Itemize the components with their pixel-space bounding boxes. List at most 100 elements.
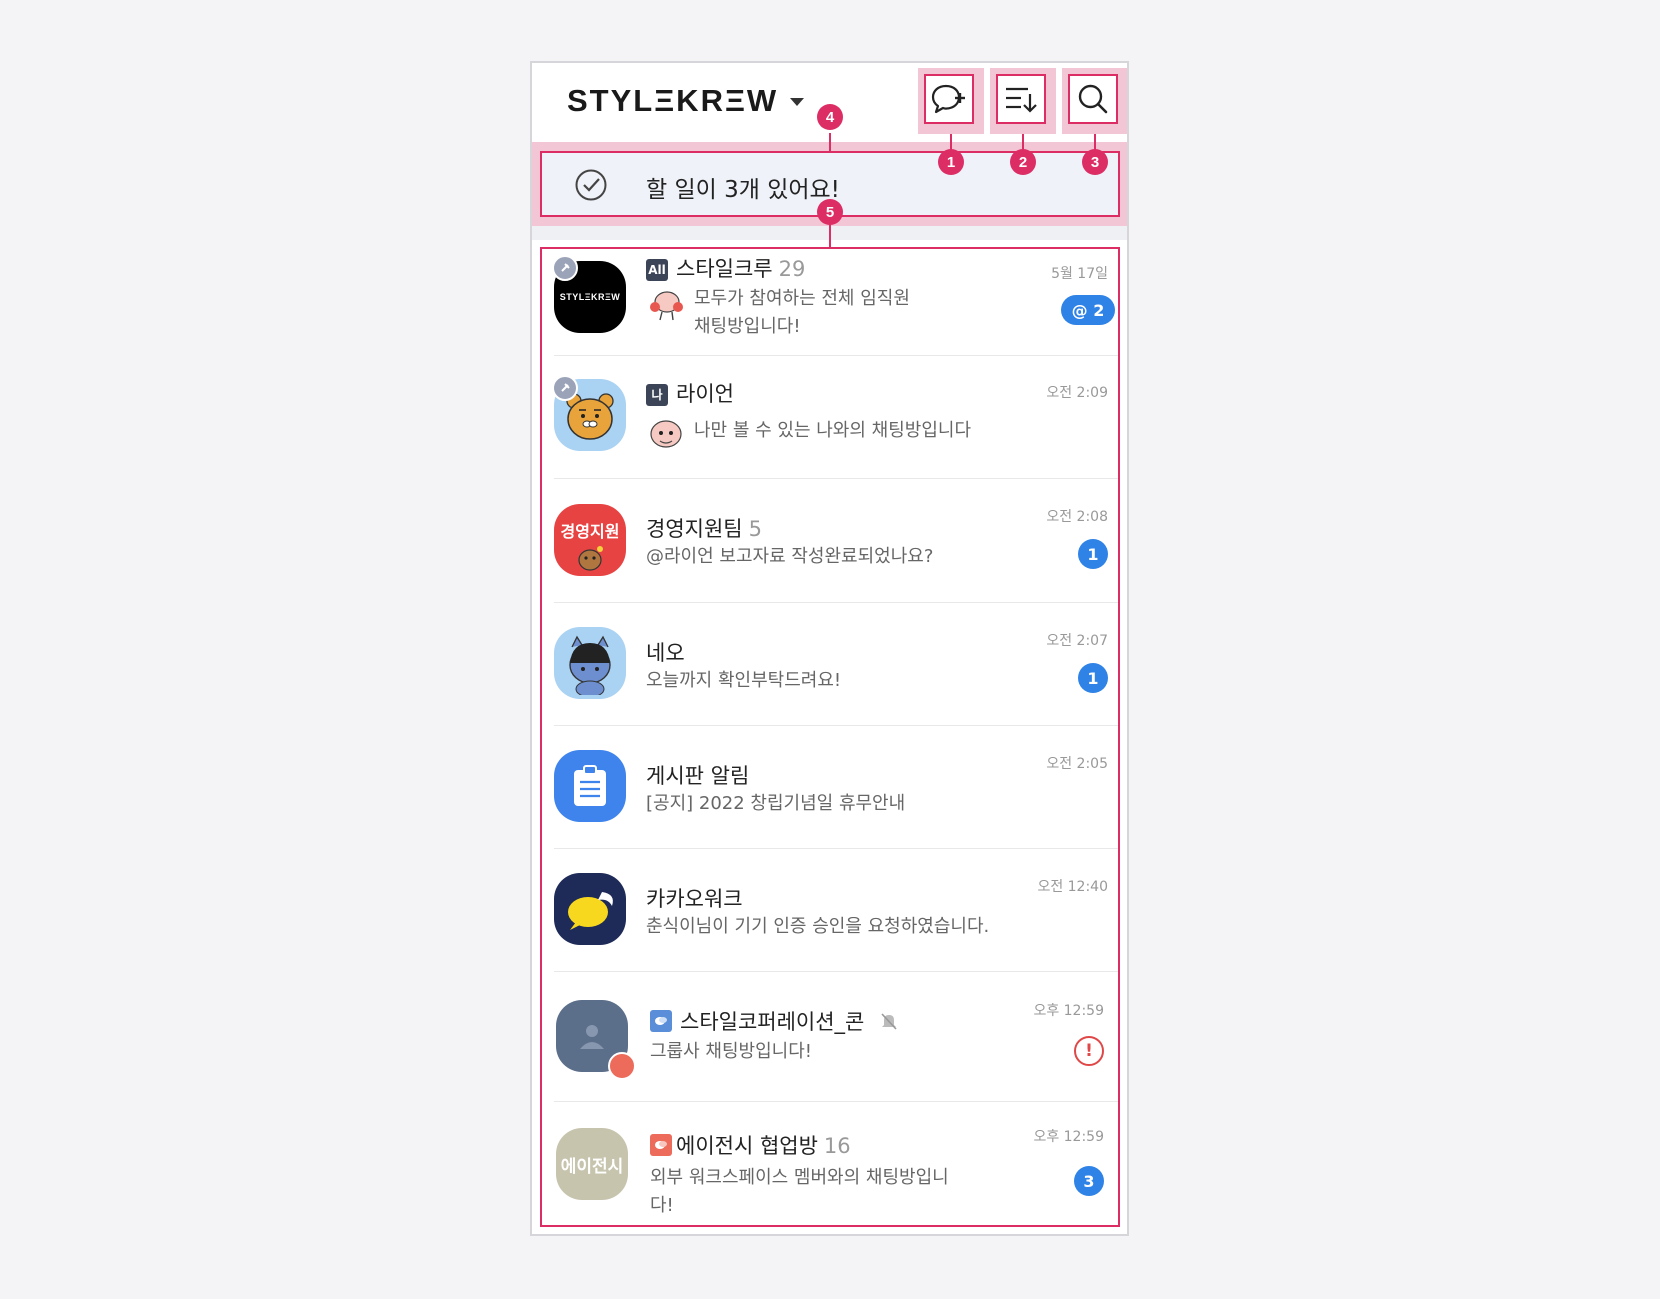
chat-row-agency[interactable]: 에이전시 에이전시 협업방 16 외부 워크스페이스 멤버와의 채팅방입니 다! … <box>542 1102 1118 1225</box>
all-tag: All <box>646 259 668 281</box>
workspace-dropdown-icon[interactable] <box>790 98 804 106</box>
callout-3: 3 <box>1082 149 1108 175</box>
chat-time: 오전 2:08 <box>1046 509 1108 525</box>
member-count: 5 <box>748 517 762 541</box>
chat-time: 오후 12:59 <box>1033 1129 1104 1145</box>
chat-preview: 모두가 참여하는 전체 임직원 채팅방입니다! <box>694 285 910 341</box>
chat-preview: @라이언 보고자료 작성완료되었나요? <box>646 543 933 571</box>
new-chat-highlight <box>918 68 984 134</box>
todo-text: 할 일이 3개 있어요! <box>646 177 840 203</box>
avatar-text: 경영지원 <box>560 522 620 541</box>
chat-preview: 나만 볼 수 있는 나와의 채팅방입니다 <box>694 417 971 445</box>
chat-name: 네오 <box>646 641 685 665</box>
chat-time: 오전 2:05 <box>1046 756 1108 772</box>
avatar: 경영지원 <box>554 504 626 576</box>
chat-time: 오후 12:59 <box>1033 1003 1104 1019</box>
mute-bell-icon <box>881 1013 897 1030</box>
chat-time: 오전 2:07 <box>1046 633 1108 649</box>
chat-preview: 그룹사 채팅방입니다! <box>650 1038 812 1066</box>
chat-preview: [공지] 2022 창립기념일 휴무안내 <box>646 790 905 818</box>
me-tag: 나 <box>646 383 668 406</box>
unread-badge: 1 <box>1078 663 1108 693</box>
user-silhouette-icon <box>580 1025 604 1049</box>
chat-row-neo[interactable]: 네오 오늘까지 확인부탁드려요! 오전 2:07 1 <box>542 603 1118 726</box>
chat-time: 5월 17일 <box>1051 266 1108 282</box>
search-highlight <box>1062 68 1127 134</box>
chat-list-screen: STYLΞKRΞW 할 일이 3개 있어요! STYLΞKRΞW All 스타일… <box>530 61 1129 1236</box>
check-circle-icon <box>575 169 607 201</box>
chat-row-kakaowork[interactable]: 카카오워크 춘식이님이 기기 인증 승인을 요청하였습니다. 오전 12:40 <box>542 849 1118 972</box>
preview-line: 오늘까지 확인부탁드려요! <box>646 670 842 691</box>
unread-badge: 3 <box>1074 1166 1104 1196</box>
kakaowork-logo-icon <box>568 892 613 930</box>
chat-name: 에이전시 협업방 <box>676 1134 818 1158</box>
apeach-sticker-icon <box>650 291 683 321</box>
preview-line: 모두가 참여하는 전체 임직원 <box>694 288 910 309</box>
chat-row-ryan[interactable]: 나 라이언 나만 볼 수 있는 나와의 채팅방입니다 오전 2:09 <box>542 356 1118 479</box>
preview-line: 다! <box>650 1195 674 1216</box>
avatar <box>554 750 626 822</box>
external-chat-tag-icon <box>650 1134 672 1156</box>
avatar-logo-text: STYLΞKRΞW <box>559 292 621 302</box>
chat-name-line: 스타일코퍼레이션_콘 <box>650 1006 899 1036</box>
preview-line: @라이언 보고자료 작성완료되었나요? <box>646 546 934 567</box>
chat-preview: 춘식이님이 기기 인증 승인을 요청하였습니다. <box>646 913 989 941</box>
chat-name: 라이언 <box>676 382 734 406</box>
chat-row-management[interactable]: 경영지원 경영지원팀 5 @라이언 보고자료 작성완료되었나요? 오전 2:08 … <box>542 479 1118 603</box>
chat-list: STYLΞKRΞW All 스타일크루 29 모두가 참여하는 전체 임직원 채팅방… <box>540 247 1120 1227</box>
apeach-sticker-icon <box>650 420 682 448</box>
new-chat-button[interactable] <box>924 74 974 124</box>
chat-row-board[interactable]: 게시판 알림 [공지] 2022 창립기념일 휴무안내 오전 2:05 <box>542 726 1118 849</box>
callout-1: 1 <box>938 149 964 175</box>
avatar <box>554 627 626 699</box>
member-count: 29 <box>778 257 806 281</box>
pin-icon <box>552 255 578 281</box>
chat-name: 스타일코퍼레이션_콘 <box>680 1010 865 1034</box>
sort-down-icon <box>1006 87 1037 113</box>
clipboard-icon <box>574 765 606 806</box>
pin-icon <box>552 375 578 401</box>
search-icon <box>1078 84 1108 114</box>
preview-line: [공지] 2022 창립기념일 휴무안내 <box>646 793 906 814</box>
search-button[interactable] <box>1068 74 1118 124</box>
avatar-text: 에이전시 <box>560 1156 624 1177</box>
chat-name: 카카오워크 <box>646 887 743 911</box>
callout-2: 2 <box>1010 149 1036 175</box>
callout-4: 4 <box>817 104 843 130</box>
preview-line: 나만 볼 수 있는 나와의 채팅방입니다 <box>694 420 972 441</box>
chat-name: 스타일크루 <box>676 257 773 281</box>
chat-time: 오전 12:40 <box>1037 879 1108 895</box>
chat-name-line: 에이전시 협업방 16 <box>650 1130 851 1160</box>
member-count: 16 <box>823 1134 851 1158</box>
chat-name-line: 나 라이언 <box>646 378 734 408</box>
chat-name-line: 네오 <box>646 637 685 667</box>
preview-line: 춘식이님이 기기 인증 승인을 요청하였습니다. <box>646 916 990 937</box>
preview-line: 채팅방입니다! <box>694 316 801 337</box>
chat-name: 게시판 알림 <box>646 764 750 788</box>
chat-name-line: 카카오워크 <box>646 883 743 913</box>
group-chat-tag-icon <box>650 1010 672 1032</box>
frodo-character-icon <box>578 546 603 571</box>
avatar: 에이전시 <box>556 1128 628 1200</box>
avatar <box>554 873 626 945</box>
mention-badge: @ 2 <box>1061 295 1115 325</box>
callout-5: 5 <box>817 199 843 225</box>
sort-button[interactable] <box>996 74 1046 124</box>
workspace-logo[interactable]: STYLΞKRΞW <box>567 83 778 119</box>
chat-preview: 외부 워크스페이스 멤버와의 채팅방입니 다! <box>650 1164 949 1220</box>
chat-row-stylecorp[interactable]: 스타일코퍼레이션_콘 그룹사 채팅방입니다! 오후 12:59 ! <box>542 972 1118 1102</box>
chat-name-line: 게시판 알림 <box>646 760 749 790</box>
unread-badge: 1 <box>1078 539 1108 569</box>
chat-preview: 오늘까지 확인부탁드려요! <box>646 667 841 695</box>
neo-character-icon <box>569 635 611 695</box>
chat-name-line: All 스타일크루 29 <box>646 253 805 283</box>
chat-row-stylekrew[interactable]: STYLΞKRΞW All 스타일크루 29 모두가 참여하는 전체 임직원 채팅방… <box>542 249 1118 356</box>
chat-name: 경영지원팀 <box>646 517 743 541</box>
group-affiliate-icon <box>608 1052 636 1080</box>
sort-highlight <box>990 68 1056 134</box>
chat-name-line: 경영지원팀 5 <box>646 513 762 543</box>
preview-line: 외부 워크스페이스 멤버와의 채팅방입니 <box>650 1167 949 1188</box>
app-header: STYLΞKRΞW <box>532 63 1127 143</box>
chat-plus-icon <box>931 84 965 114</box>
callout-leader <box>829 133 831 153</box>
